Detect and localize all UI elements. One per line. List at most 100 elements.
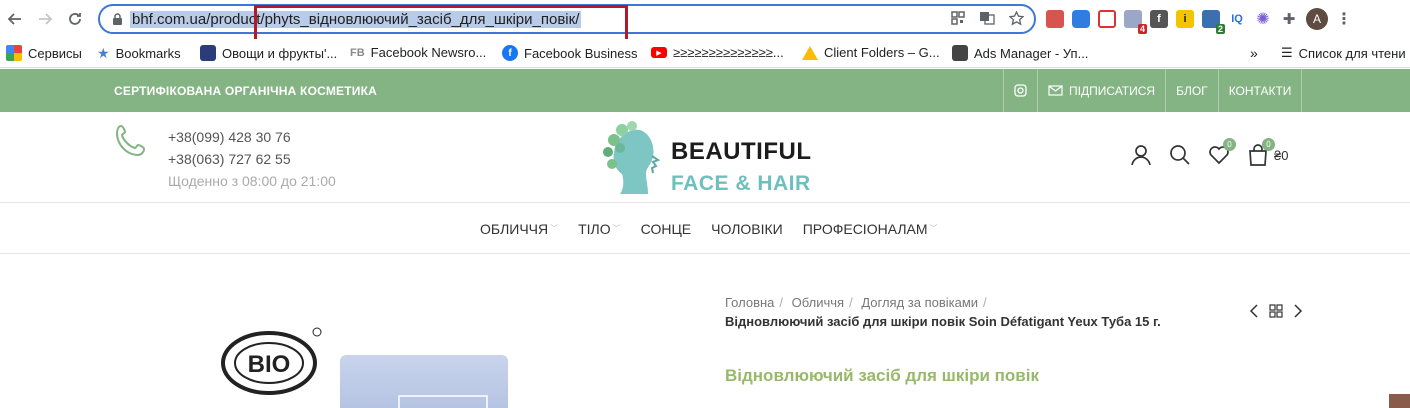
breadcrumb: Головна / Обличчя / Догляд за повіками / [725,295,987,310]
cart-button[interactable]: 0 [1247,138,1275,166]
extensions-bar: 4 f i 2 IQ ✺ ✚ A ⋮ [1046,8,1352,34]
fb-text-icon: FB [350,46,365,59]
extensions-puzzle-icon[interactable]: ✚ [1280,10,1298,28]
search-icon [1170,145,1190,165]
envelope-icon [1048,85,1063,96]
cart-count-badge: 0 [1262,138,1275,151]
extension-6-icon[interactable]: i [1176,10,1194,28]
phone-number-1[interactable]: +38(099) 428 30 76 [168,126,336,148]
profile-avatar[interactable]: A [1306,8,1328,30]
reload-icon [69,13,81,25]
account-button[interactable] [1130,144,1152,166]
product-navigation [1249,304,1303,318]
subscribe-label: ПІДПИСАТИСЯ [1069,83,1156,98]
floating-widget[interactable] [1389,394,1410,408]
phone-icon [115,124,146,157]
menu-label: ОБЛИЧЧЯ [480,220,549,237]
svg-text:BIO: BIO [248,351,291,378]
facebook-extension-icon[interactable]: f [1150,10,1168,28]
extension-3-icon[interactable] [1098,10,1116,28]
menu-item-face[interactable]: ОБЛИЧЧЯ ﹀ [480,221,558,237]
menu-item-sun[interactable]: СОНЦЕ [641,221,692,237]
extension-2-icon[interactable] [1072,10,1090,28]
brand-name-line2: FACE & HAIR [671,172,811,195]
bookmark-label: Ads Manager - Уп... [974,45,1089,61]
facebook-icon: f [502,45,518,61]
breadcrumb-item-eye-care[interactable]: Догляд за повіками [861,295,978,310]
bookmark-label: ≥≥≥≥≥≥≥≥≥≥≥≥≥≥... [673,45,784,60]
iq-extension-icon[interactable]: IQ [1228,10,1246,28]
bookmark-vegetables[interactable]: Овощи и фрукты'... [200,45,337,61]
bookmarks-overflow-button[interactable]: » [1250,45,1258,61]
chevron-down-icon: ﹀ [612,224,621,233]
subscribe-link[interactable]: ПІДПИСАТИСЯ [1037,69,1165,112]
bookmark-youtube[interactable]: ▶ ≥≥≥≥≥≥≥≥≥≥≥≥≥≥... [651,45,784,60]
menu-label: ТІЛО [578,220,611,237]
bookmark-services[interactable]: Сервисы [6,45,82,61]
site-logo[interactable]: BEAUTIFUL FACE & HAIR [600,120,830,198]
browser-menu-icon[interactable]: ⋮ [1336,9,1352,29]
phone-number-2[interactable]: +38(063) 727 62 55 [168,148,336,170]
menu-item-professionals[interactable]: ПРОФЕСІОНАЛАМ ﹀ [803,221,938,237]
bio-certification-logo: BIO [219,327,323,395]
ads-manager-icon [952,45,968,61]
bookmark-star-icon[interactable] [1009,11,1024,26]
site-topbar: СЕРТИФІКОВАНА ОРГАНІЧНА КОСМЕТИКА ПІДПИС… [0,69,1410,112]
grid-icon[interactable] [1269,304,1283,318]
product-title: Відновлюючий засіб для шкіри повік [725,366,1039,385]
extension-1-icon[interactable] [1046,10,1064,28]
contacts-link[interactable]: КОНТАКТИ [1217,69,1303,112]
search-button[interactable] [1169,144,1191,166]
site-header: +38(099) 428 30 76 +38(063) 727 62 55 Що… [0,112,1410,203]
reload-button[interactable] [64,8,86,30]
bookmark-facebook-business[interactable]: f Facebook Business [502,45,637,61]
menu-item-body[interactable]: ТІЛО ﹀ [578,221,621,237]
back-arrow-icon [7,13,21,25]
youtube-icon: ▶ [651,47,667,58]
menu-label: ПРОФЕСІОНАЛАМ [802,220,928,237]
menu: ОБЛИЧЧЯ ﹀ ТІЛО ﹀ СОНЦЕ ЧОЛОВІКИ ПРОФЕСІОНА… [480,203,938,254]
reading-list-icon: ☰ [1281,45,1293,60]
back-button[interactable] [4,8,26,30]
breadcrumb-item-home[interactable]: Головна [725,295,774,310]
address-bar-actions [951,11,1024,26]
lock-icon [113,13,122,25]
menu-label: ЧОЛОВІКИ [711,220,783,237]
bookmark-label: Client Folders – G... [824,45,940,60]
cart-total[interactable]: ₴0 [1274,148,1288,163]
forward-arrow-icon [39,13,53,25]
forward-button[interactable] [34,8,56,30]
bookmark-bookmarks[interactable]: ★ Bookmarks [97,45,181,62]
breadcrumb-item-face[interactable]: Обличчя [792,295,844,310]
apps-grid-icon [6,45,22,61]
bookmark-client-folders[interactable]: Client Folders – G... [802,45,940,60]
extension-9-icon[interactable]: ✺ [1254,10,1272,28]
topbar-links: ПІДПИСАТИСЯ БЛОГ КОНТАКТИ [1003,69,1303,112]
blog-link[interactable]: БЛОГ [1165,69,1218,112]
translate-icon[interactable] [979,11,995,25]
menu-item-men[interactable]: ЧОЛОВІКИ [711,221,783,237]
chevron-down-icon: ﹀ [550,224,559,233]
breadcrumb-current: Відновлюючий засіб для шкіри повік Soin … [725,314,1161,329]
face-leaves-logo-icon [603,121,661,194]
wishlist-button[interactable]: 0 [1208,138,1236,166]
reading-list-button[interactable]: ☰ Список для чтени [1281,45,1406,61]
url-highlight-annotation [254,5,628,43]
qr-code-icon[interactable] [951,11,965,25]
bookmark-label: Bookmarks [115,46,181,61]
instagram-icon [1014,84,1027,97]
extension-7-icon[interactable]: 2 [1202,10,1225,34]
bookmark-label: Овощи и фрукты'... [222,45,338,61]
google-drive-icon [802,45,818,60]
bookmark-ads-manager[interactable]: Ads Manager - Уп... [952,45,1088,61]
extension-4-icon[interactable]: 4 [1124,10,1147,34]
chevron-down-icon: ﹀ [929,224,938,233]
site-favicon-icon [200,45,216,61]
user-icon [1131,145,1151,166]
instagram-link[interactable] [1003,69,1037,112]
slogan: СЕРТИФІКОВАНА ОРГАНІЧНА КОСМЕТИКА [114,84,377,98]
bookmark-facebook-newsroom[interactable]: FB Facebook Newsro... [350,45,486,60]
chevron-left-icon[interactable] [1249,304,1259,318]
chevron-right-icon[interactable] [1293,304,1303,318]
wishlist-count-badge: 0 [1223,138,1236,151]
